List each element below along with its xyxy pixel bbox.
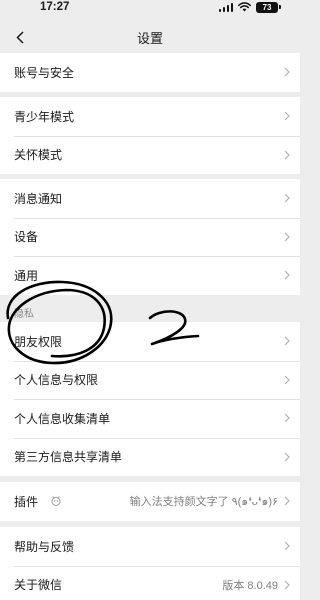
battery-level: 73 [262,2,272,12]
wifi-icon [238,2,251,12]
settings-group-plugins: 插件 输入法支持颜文字了 ٩(๑❛ᴗ❛๑)۶ [0,482,300,521]
version-text: 版本 8.0.49 [222,579,278,592]
chevron-right-icon [284,111,290,121]
battery-icon: 73 [256,1,281,13]
chevron-right-icon [284,150,290,160]
back-button[interactable] [8,25,32,49]
chevron-right-icon [284,67,290,77]
settings-item-label: 插件 [14,494,39,509]
settings-item-devices[interactable]: 设备 [0,217,300,257]
chevron-right-icon [284,270,290,280]
chevron-right-icon [284,541,290,551]
settings-item-general[interactable]: 通用 [0,256,300,295]
settings-item-third-party-sharing-list[interactable]: 第三方信息共享清单 [0,437,300,477]
settings-item-label: 青少年模式 [14,109,75,124]
settings-item-label: 关于微信 [14,578,63,593]
settings-item-label: 账号与安全 [14,65,75,80]
settings-item-friend-permissions[interactable]: 朋友权限 [0,322,300,361]
settings-item-label: 个人信息收集清单 [14,411,111,426]
settings-group-general: 消息通知 设备 通用 [0,179,300,295]
settings-item-label: 朋友权限 [14,334,63,349]
settings-item-about-wechat[interactable]: 关于微信 版本 8.0.49 [0,565,300,600]
chevron-right-icon [284,375,290,385]
status-icons: 73 [218,1,281,13]
chevron-right-icon [284,452,290,462]
settings-item-label: 帮助与反馈 [14,539,75,554]
settings-item-care-mode[interactable]: 关怀模式 [0,135,300,175]
settings-group-modes: 青少年模式 关怀模式 [0,97,300,174]
chevron-right-icon [284,193,290,203]
settings-item-plugins[interactable]: 插件 输入法支持颜文字了 ٩(๑❛ᴗ❛๑)۶ [0,482,300,521]
settings-item-label: 通用 [14,268,39,283]
section-header-privacy: 隐私 [14,308,34,320]
status-bar: 17:27 73 [0,0,300,14]
chevron-right-icon [284,413,290,423]
settings-item-notifications[interactable]: 消息通知 [0,179,300,218]
chevron-right-icon [284,336,290,346]
settings-item-label: 消息通知 [14,191,63,206]
settings-item-teen-mode[interactable]: 青少年模式 [0,97,300,136]
chevron-right-icon [284,232,290,242]
chevron-right-icon [284,496,290,506]
settings-item-label: 个人信息与权限 [14,373,99,388]
settings-item-help-feedback[interactable]: 帮助与反馈 [0,527,300,566]
settings-group-account: 账号与安全 [0,53,300,92]
plugin-icon [50,495,62,507]
page-title: 设置 [136,30,163,46]
settings-group-privacy: 朋友权限 个人信息与权限 个人信息收集清单 第三方信息共享清单 [0,322,300,476]
settings-item-account-security[interactable]: 账号与安全 [0,53,300,92]
settings-item-info-collection-list[interactable]: 个人信息收集清单 [0,399,300,438]
settings-group-about: 帮助与反馈 关于微信 版本 8.0.49 [0,527,300,600]
chevron-right-icon [284,580,290,590]
settings-item-label: 第三方信息共享清单 [14,450,123,465]
nav-bar: 设置 [0,22,300,52]
plugins-promo-text: 输入法支持颜文字了 ٩(๑❛ᴗ❛๑)۶ [129,496,278,509]
status-time: 17:27 [40,1,70,13]
settings-item-label: 设备 [14,230,39,245]
settings-item-label: 关怀模式 [14,148,63,163]
settings-item-personal-info-permissions[interactable]: 个人信息与权限 [0,360,300,400]
back-chevron-icon [16,30,24,44]
signal-icon [218,2,233,12]
